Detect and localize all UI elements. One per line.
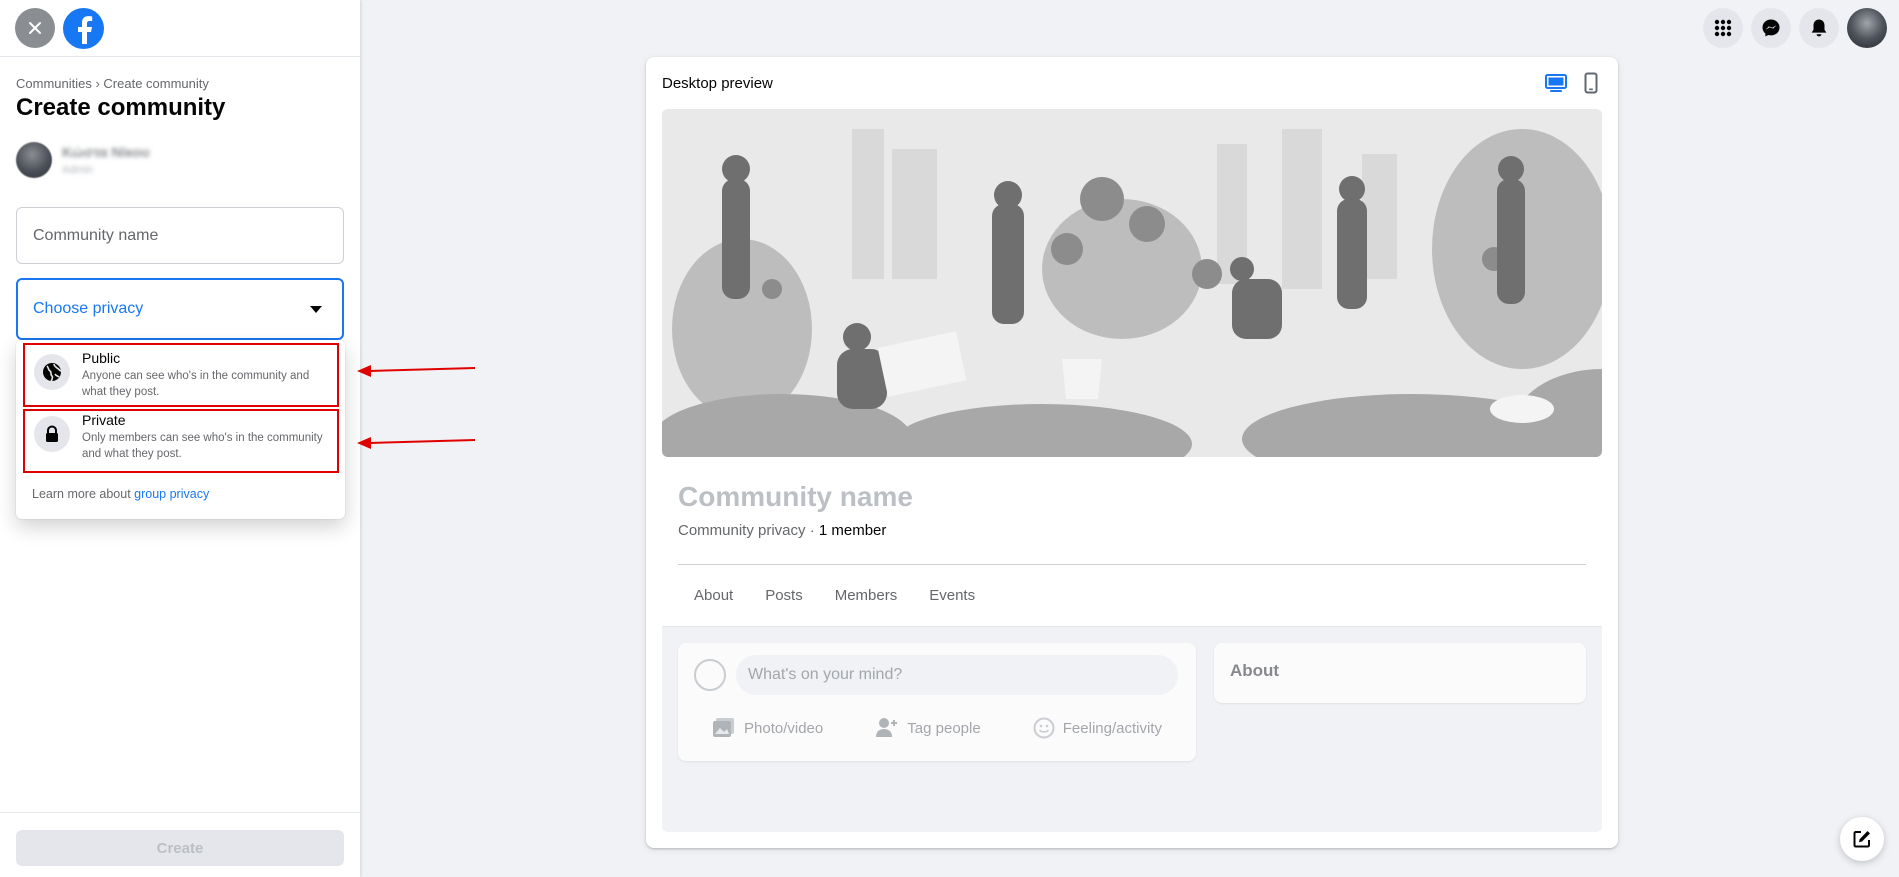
option-title: Public bbox=[82, 350, 121, 366]
globe-icon bbox=[34, 354, 70, 390]
sidebar-footer: Create bbox=[0, 812, 360, 877]
option-text: Public Anyone can see who's in the commu… bbox=[82, 350, 332, 407]
photo-icon bbox=[713, 718, 734, 737]
privacy-select-label: Choose privacy bbox=[33, 300, 144, 317]
preview-community-name: Community name bbox=[678, 481, 913, 512]
caret-down-icon bbox=[310, 306, 322, 313]
learn-more-prefix: Learn more about bbox=[32, 487, 135, 501]
photo-video-action[interactable]: Photo/video bbox=[694, 717, 841, 739]
desktop-preview-card: Desktop preview Community name Community… bbox=[646, 57, 1618, 848]
post-composer: What's on your mind? Photo/video Tag peo… bbox=[678, 643, 1196, 761]
feeling-activity-action[interactable]: Feeling/activity bbox=[1015, 717, 1180, 739]
lock-icon bbox=[34, 416, 70, 452]
bell-icon bbox=[1811, 19, 1827, 37]
menu-button[interactable] bbox=[1703, 8, 1743, 48]
arrow-private bbox=[357, 437, 476, 449]
meta-members: 1 member bbox=[818, 522, 887, 539]
breadcrumb[interactable]: Communities › Create community bbox=[16, 76, 209, 91]
privacy-option-private[interactable]: Private Only members can see who's in th… bbox=[24, 406, 338, 469]
option-title: Private bbox=[82, 412, 126, 428]
preview-meta: Community privacy · 1 member bbox=[678, 522, 886, 539]
facebook-logo[interactable] bbox=[63, 8, 104, 49]
community-name-input[interactable]: Community name bbox=[16, 207, 344, 264]
new-message-button[interactable] bbox=[1840, 817, 1884, 861]
close-button[interactable] bbox=[15, 8, 55, 48]
privacy-option-public[interactable]: Public Anyone can see who's in the commu… bbox=[24, 344, 338, 407]
tab-about[interactable]: About bbox=[678, 587, 749, 604]
action-label: Tag people bbox=[907, 719, 981, 737]
close-icon bbox=[29, 22, 41, 34]
tab-posts[interactable]: Posts bbox=[749, 587, 819, 604]
desktop-view-button[interactable] bbox=[1543, 71, 1569, 95]
account-avatar[interactable] bbox=[1847, 8, 1887, 48]
create-community-sidebar: Communities › Create community Create co… bbox=[0, 0, 360, 877]
mobile-icon bbox=[1584, 72, 1598, 94]
notifications-button[interactable] bbox=[1799, 8, 1839, 48]
user-placeholder-icon bbox=[694, 659, 726, 691]
divider bbox=[678, 564, 1586, 565]
sidebar-header bbox=[0, 0, 360, 57]
preview-tabs: About Posts Members Events bbox=[678, 587, 991, 604]
new-message-icon bbox=[1853, 831, 1870, 848]
about-card: About bbox=[1214, 643, 1586, 703]
facebook-f-icon bbox=[77, 15, 92, 44]
desktop-icon bbox=[1545, 74, 1567, 92]
option-description: Only members can see who's in the commun… bbox=[82, 432, 323, 460]
community-illustration bbox=[662, 109, 1602, 457]
page-title: Create community bbox=[16, 94, 226, 121]
cover-photo bbox=[662, 109, 1602, 457]
option-text: Private Only members can see who's in th… bbox=[82, 412, 332, 469]
tag-people-action[interactable]: Tag people bbox=[857, 717, 998, 739]
tag-people-icon bbox=[876, 718, 898, 737]
avatar bbox=[16, 142, 52, 178]
smiley-icon bbox=[1033, 717, 1055, 739]
meta-privacy: Community privacy · bbox=[678, 522, 819, 539]
preview-title: Desktop preview bbox=[662, 75, 773, 92]
tab-events[interactable]: Events bbox=[913, 587, 991, 604]
group-privacy-link[interactable]: group privacy bbox=[134, 487, 209, 501]
annotation-arrows bbox=[357, 365, 476, 449]
action-label: Feeling/activity bbox=[1062, 719, 1162, 737]
owner-text: Κώστα Νίκου Admin bbox=[62, 144, 150, 176]
tab-members[interactable]: Members bbox=[819, 587, 914, 604]
composer-input[interactable]: What's on your mind? bbox=[736, 655, 1178, 695]
grid-menu-icon bbox=[1714, 19, 1732, 37]
option-description: Anyone can see who's in the community an… bbox=[82, 370, 310, 398]
privacy-dropdown: Public Anyone can see who's in the commu… bbox=[16, 340, 345, 519]
top-nav-icons bbox=[1695, 8, 1887, 48]
owner-role: Admin bbox=[62, 164, 94, 176]
owner-name: Κώστα Νίκου bbox=[62, 144, 150, 160]
privacy-select[interactable]: Choose privacy bbox=[16, 278, 344, 340]
messenger-icon bbox=[1762, 19, 1780, 37]
learn-more-text: Learn more about group privacy bbox=[32, 487, 209, 501]
action-label: Photo/video bbox=[744, 719, 824, 737]
owner-info: Κώστα Νίκου Admin bbox=[16, 142, 150, 178]
composer-actions: Photo/video Tag people Feeling/activity bbox=[694, 717, 1180, 739]
create-button[interactable]: Create bbox=[16, 830, 344, 866]
mobile-view-button[interactable] bbox=[1578, 71, 1604, 95]
preview-body: What's on your mind? Photo/video Tag peo… bbox=[662, 626, 1602, 832]
arrow-public bbox=[357, 365, 476, 377]
messenger-button[interactable] bbox=[1751, 8, 1791, 48]
about-title: About bbox=[1230, 661, 1280, 680]
